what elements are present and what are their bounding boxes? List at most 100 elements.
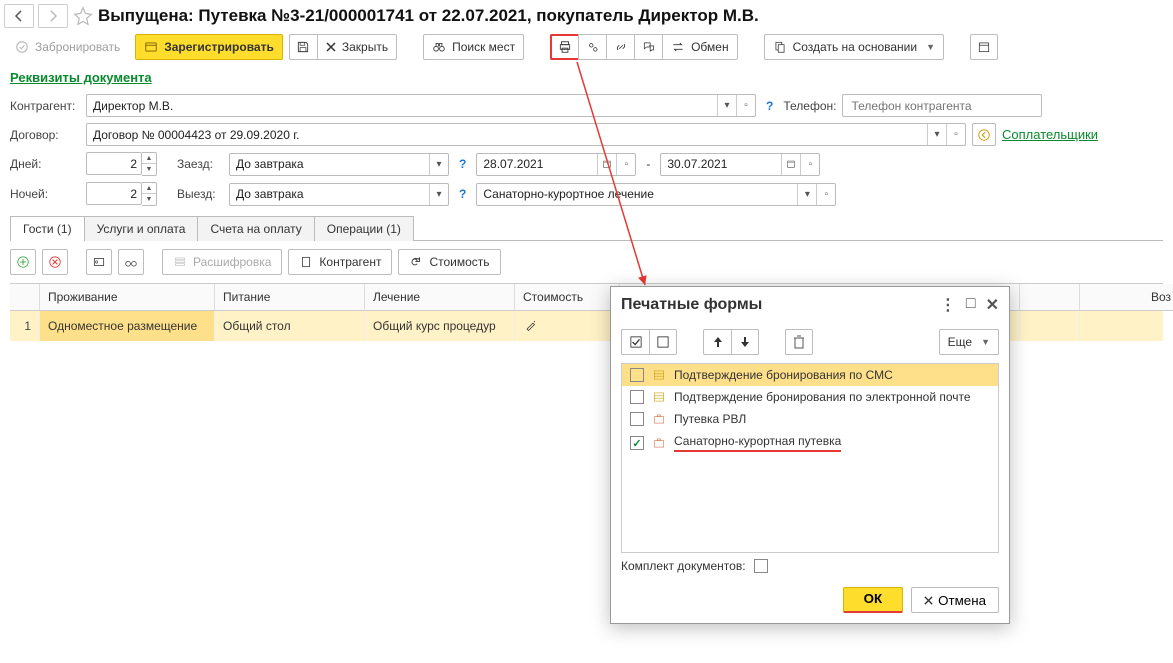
- help-icon[interactable]: ?: [455, 157, 470, 171]
- days-spinner[interactable]: 2 ▲▼: [86, 152, 157, 176]
- refresh-icon: [409, 255, 423, 269]
- nights-spinner[interactable]: 2 ▲▼: [86, 182, 157, 206]
- contract-open-btn[interactable]: ▫: [946, 124, 965, 145]
- checkbox-checked[interactable]: ✓: [630, 436, 644, 450]
- phone-field[interactable]: [849, 98, 1035, 114]
- find-button[interactable]: [118, 249, 144, 275]
- checkbox[interactable]: [630, 412, 644, 426]
- price-button[interactable]: Стоимость: [398, 249, 500, 275]
- treatment-type-input[interactable]: Санаторно-курортное лечение ▾▫: [476, 183, 836, 206]
- wand-icon: [523, 319, 539, 331]
- date-from-input[interactable]: 28.07.2021 ▫: [476, 153, 636, 176]
- move-down-button[interactable]: [731, 329, 759, 355]
- contragent-open-btn[interactable]: ▫: [736, 95, 755, 116]
- contract-back-button[interactable]: [972, 123, 996, 146]
- gears-icon: [586, 40, 600, 54]
- contragent-dropdown-btn[interactable]: ▾: [717, 95, 736, 116]
- register-button[interactable]: Зарегистрировать: [135, 34, 283, 60]
- create-based-button[interactable]: Создать на основании ▼: [764, 34, 944, 60]
- favorite-star-icon[interactable]: [72, 5, 94, 27]
- contract-dropdown-btn[interactable]: ▾: [927, 124, 946, 145]
- print-icon: [558, 40, 572, 54]
- treatment-dropdown[interactable]: ▾: [797, 184, 816, 205]
- list-item[interactable]: Путевка РВЛ: [622, 408, 998, 430]
- col-gap2: [1020, 284, 1080, 311]
- uncheck-all-button[interactable]: [649, 329, 677, 355]
- cancel-button[interactable]: Отмена: [911, 587, 999, 613]
- tab-ops[interactable]: Операции (1): [314, 216, 414, 241]
- date-to-cal[interactable]: [781, 154, 800, 175]
- docset-checkbox[interactable]: [754, 559, 768, 573]
- decode-button[interactable]: Расшифровка: [162, 249, 282, 275]
- calendar-button[interactable]: [970, 34, 998, 60]
- checkbox[interactable]: [630, 390, 644, 404]
- save-button[interactable]: [289, 34, 317, 60]
- contract-label: Договор:: [10, 128, 80, 142]
- list-item[interactable]: ✓ Санаторно-курортная путевка: [622, 430, 998, 456]
- grid-icon: [652, 368, 666, 382]
- cell-num: 1: [10, 311, 40, 341]
- contragent-input[interactable]: Директор М.В. ▾ ▫: [86, 94, 756, 117]
- treatment-open[interactable]: ▫: [816, 184, 835, 205]
- arrow-left-circle-icon: [977, 128, 991, 142]
- add-button[interactable]: [10, 249, 36, 275]
- remove-button[interactable]: [42, 249, 68, 275]
- cell-treatment: Общий курс процедур: [365, 311, 515, 341]
- close-icon[interactable]: ✕: [986, 295, 999, 315]
- help-icon[interactable]: ?: [455, 187, 470, 201]
- tab-guests[interactable]: Гости (1): [10, 216, 85, 241]
- date-to-open[interactable]: ▫: [800, 154, 819, 175]
- checkin-label: Заезд:: [177, 157, 223, 171]
- spin-up[interactable]: ▲: [142, 183, 156, 194]
- close-button[interactable]: Закрыть: [317, 34, 397, 60]
- phone-label: Телефон:: [783, 99, 836, 113]
- phone-input[interactable]: [842, 94, 1042, 117]
- days-label: Дней:: [10, 157, 80, 171]
- list-item[interactable]: Подтверждение бронирования по СМС: [622, 364, 998, 386]
- checkin-input[interactable]: До завтрака ▾: [229, 153, 449, 176]
- spin-down[interactable]: ▼: [142, 164, 156, 175]
- search-places-button[interactable]: Поиск мест: [423, 34, 524, 60]
- checkin-dropdown[interactable]: ▾: [429, 154, 448, 175]
- doc-properties-link[interactable]: Реквизиты документа: [10, 70, 152, 85]
- card-view-button[interactable]: [86, 249, 112, 275]
- contragent-tb-button[interactable]: Контрагент: [288, 249, 392, 275]
- link-button[interactable]: [606, 34, 634, 60]
- move-up-button[interactable]: [703, 329, 731, 355]
- cell-living[interactable]: Одноместное размещение: [40, 311, 215, 341]
- nav-forward-button[interactable]: [38, 4, 68, 28]
- spin-down[interactable]: ▼: [142, 194, 156, 205]
- date-to-input[interactable]: 30.07.2021 ▫: [660, 153, 820, 176]
- dash: -: [642, 157, 654, 171]
- list-item[interactable]: Подтверждение бронирования по электронно…: [622, 386, 998, 408]
- check-all-button[interactable]: [621, 329, 649, 355]
- date-from-open[interactable]: ▫: [616, 154, 635, 175]
- maximize-icon[interactable]: □: [966, 295, 976, 315]
- checkbox-empty-icon: [657, 336, 669, 348]
- print-button[interactable]: [550, 34, 578, 60]
- card-icon: [92, 255, 106, 269]
- close-icon: [326, 42, 336, 52]
- tabs: Гости (1) Услуги и оплата Счета на оплат…: [10, 215, 1163, 241]
- kebab-icon[interactable]: ⋮: [940, 295, 956, 315]
- checkbox[interactable]: [630, 368, 644, 382]
- ok-button[interactable]: ОК: [843, 587, 904, 613]
- delete-button[interactable]: [785, 329, 813, 355]
- tab-bills[interactable]: Счета на оплату: [197, 216, 314, 241]
- more-button[interactable]: Еще▼: [939, 329, 999, 355]
- chevron-down-icon: ▼: [926, 42, 935, 52]
- contract-input[interactable]: Договор № 00004423 от 29.09.2020 г. ▾ ▫: [86, 123, 966, 146]
- copayers-link[interactable]: Соплательщики: [1002, 127, 1098, 142]
- book-button[interactable]: Забронировать: [6, 34, 129, 60]
- help-icon[interactable]: ?: [762, 99, 777, 113]
- col-treatment: Лечение: [365, 284, 515, 311]
- nav-back-button[interactable]: [4, 4, 34, 28]
- tab-services[interactable]: Услуги и оплата: [84, 216, 199, 241]
- exchange-button[interactable]: Обмен: [662, 34, 738, 60]
- date-from-cal[interactable]: [597, 154, 616, 175]
- settings-button[interactable]: [578, 34, 606, 60]
- chat-button[interactable]: [634, 34, 662, 60]
- checkout-input[interactable]: До завтрака ▾: [229, 183, 449, 206]
- spin-up[interactable]: ▲: [142, 153, 156, 164]
- checkout-dropdown[interactable]: ▾: [429, 184, 448, 205]
